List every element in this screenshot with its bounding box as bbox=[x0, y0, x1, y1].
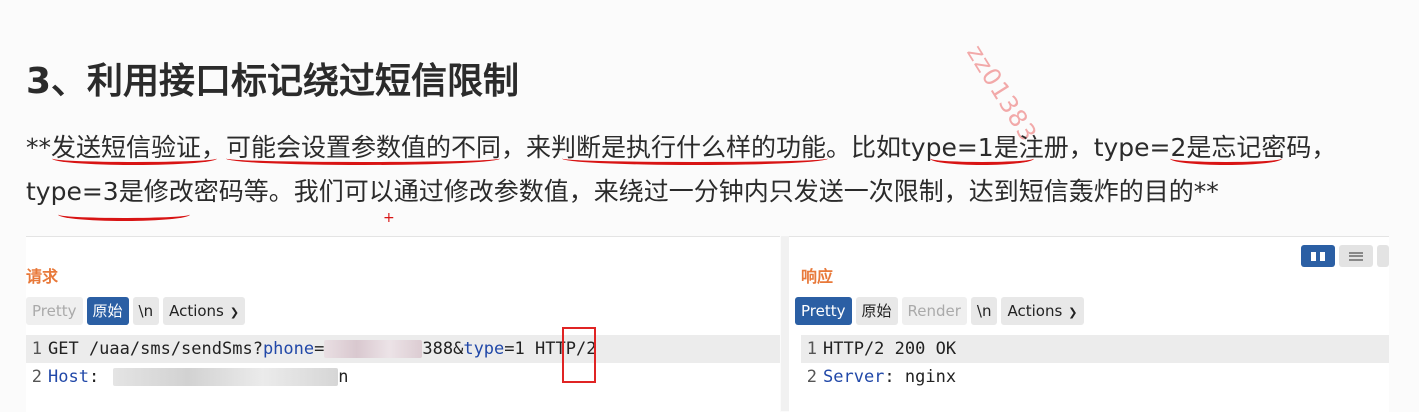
annotation-underline bbox=[1170, 152, 1282, 165]
equals-sign: = bbox=[504, 339, 515, 359]
split-view-icon[interactable] bbox=[1301, 245, 1335, 267]
actions-button[interactable]: Actions ❯ bbox=[163, 297, 246, 325]
columns-view-icon[interactable] bbox=[1377, 245, 1389, 267]
equals-sign: = bbox=[314, 339, 325, 359]
line-number: 2 bbox=[31, 367, 42, 387]
request-line-prefix: GET /uaa/sms/sendSms? bbox=[48, 339, 263, 359]
tab-pretty[interactable]: Pretty bbox=[795, 297, 852, 325]
host-tail: n bbox=[338, 367, 349, 387]
header-value: nginx bbox=[894, 367, 957, 387]
annotation-underline bbox=[930, 152, 1034, 165]
tab-raw[interactable]: 原始 bbox=[855, 297, 898, 325]
request-editor[interactable]: 1 GET /uaa/sms/sendSms?phone= 388&type=1 H… bbox=[26, 335, 780, 391]
tab-raw[interactable]: 原始 bbox=[86, 297, 129, 325]
response-toolbar: Pretty 原始 Render \n Actions ❯ bbox=[795, 297, 1084, 325]
view-layout-buttons bbox=[1301, 245, 1389, 267]
request-line-suffix: 388& bbox=[422, 339, 464, 359]
description-paragraph: **发送短信验证，可能会设置参数值的不同，来判断是执行什么样的功能。比如type… bbox=[26, 133, 1337, 206]
request-title: 请求 bbox=[26, 267, 59, 286]
status-line: HTTP/2 200 OK bbox=[823, 339, 957, 359]
header-key: Host bbox=[48, 367, 89, 387]
header-sep: : bbox=[884, 367, 895, 387]
actions-button[interactable]: Actions ❯ bbox=[1001, 297, 1084, 325]
code-line: 1 HTTP/2 200 OK bbox=[801, 335, 1389, 363]
header-key: Server bbox=[823, 367, 885, 387]
line-number: 1 bbox=[806, 339, 817, 359]
chevron-down-icon: ❯ bbox=[229, 306, 240, 319]
tab-render[interactable]: Render bbox=[901, 297, 967, 325]
redacted-phone bbox=[324, 340, 423, 358]
page-title: 3、利用接口标记绕过短信限制 bbox=[26, 61, 520, 102]
request-toolbar: Pretty 原始 \n Actions ❯ bbox=[26, 297, 246, 325]
code-line: 1 GET /uaa/sms/sendSms?phone= 388&type=1 H… bbox=[26, 335, 780, 363]
actions-label: Actions bbox=[1007, 302, 1063, 320]
annotation-underline bbox=[226, 152, 500, 165]
code-line: 2 Host: n bbox=[26, 363, 780, 391]
newline-toggle[interactable]: \n bbox=[132, 297, 160, 325]
line-number: 1 bbox=[31, 339, 42, 359]
highlight-box bbox=[562, 327, 596, 383]
plus-mark: + bbox=[383, 210, 395, 226]
request-panel: 请求 Pretty 原始 \n Actions ❯ 1 GET /uaa/sms/s… bbox=[26, 236, 780, 412]
param-value: 1 bbox=[514, 339, 525, 359]
response-panel: 响应 Pretty 原始 Render \n Actions ❯ 1 HTTP/2 … bbox=[789, 236, 1389, 412]
newline-toggle[interactable]: \n bbox=[970, 297, 998, 325]
redacted-host bbox=[113, 368, 339, 386]
header-sep: : bbox=[88, 367, 100, 387]
code-line: 2 Server: nginx bbox=[801, 363, 1389, 391]
param-name: type bbox=[463, 339, 505, 359]
rows-view-icon[interactable] bbox=[1339, 245, 1373, 267]
response-title: 响应 bbox=[801, 267, 834, 286]
tab-pretty[interactable]: Pretty bbox=[26, 297, 83, 325]
chevron-down-icon: ❯ bbox=[1068, 306, 1078, 319]
annotation-underline bbox=[58, 208, 190, 221]
response-editor[interactable]: 1 HTTP/2 200 OK 2 Server: nginx bbox=[801, 335, 1389, 391]
actions-label: Actions bbox=[169, 302, 224, 320]
annotation-underline bbox=[562, 152, 828, 165]
panel-separator[interactable] bbox=[781, 236, 789, 411]
param-name: phone bbox=[262, 339, 315, 359]
line-number: 2 bbox=[806, 367, 817, 387]
annotation-underline bbox=[52, 152, 217, 165]
